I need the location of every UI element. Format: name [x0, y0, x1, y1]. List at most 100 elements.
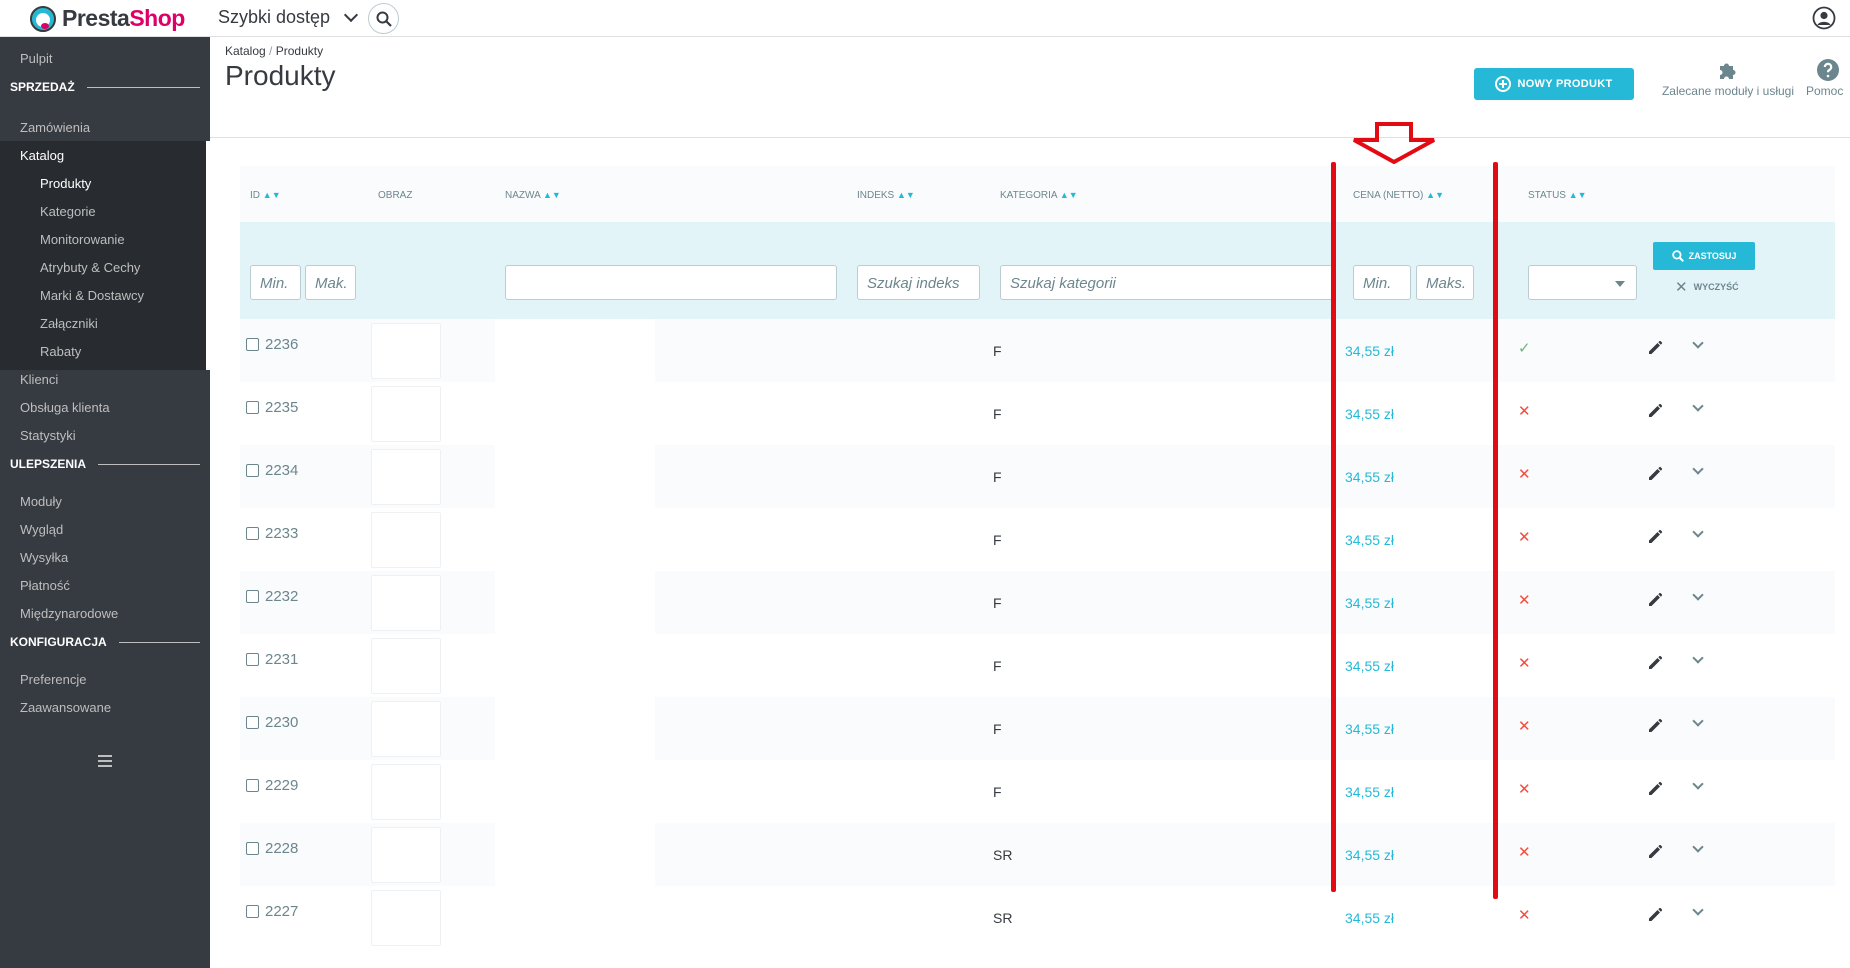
chevron-down-icon[interactable]: [1692, 778, 1704, 790]
price-min-input[interactable]: Min.: [1353, 265, 1411, 300]
row-checkbox[interactable]: [246, 338, 259, 351]
sidebar-item-orders[interactable]: Zamówienia: [20, 120, 90, 135]
product-price[interactable]: 34,55 zł: [1345, 784, 1394, 800]
chevron-down-icon[interactable]: [1692, 589, 1704, 601]
sidebar-item-customers[interactable]: Klienci: [20, 372, 58, 387]
edit-pencil-icon[interactable]: [1647, 403, 1663, 419]
product-price[interactable]: 34,55 zł: [1345, 532, 1394, 548]
sidebar-item-design[interactable]: Wygląd: [20, 522, 63, 537]
status-disabled-icon[interactable]: ✕: [1518, 402, 1531, 420]
table-row[interactable]: 2231 F 34,55 zł ✕: [240, 634, 1835, 697]
apply-filter-button[interactable]: ZASTOSUJ: [1653, 242, 1755, 270]
product-price[interactable]: 34,55 zł: [1345, 343, 1394, 359]
sidebar-item-international[interactable]: Międzynarodowe: [20, 606, 118, 621]
product-name[interactable]: [495, 760, 655, 823]
price-max-input[interactable]: Maks.: [1416, 265, 1474, 300]
row-checkbox[interactable]: [246, 401, 259, 414]
table-row[interactable]: 2233 F 34,55 zł ✕: [240, 508, 1835, 571]
chevron-down-icon[interactable]: [1692, 841, 1704, 853]
product-name[interactable]: [495, 319, 655, 382]
sidebar-item-customer-service[interactable]: Obsługa klienta: [20, 400, 110, 415]
sidebar-item-products[interactable]: Produkty: [40, 176, 91, 191]
status-enabled-icon[interactable]: ✓: [1518, 339, 1531, 357]
chevron-down-icon[interactable]: [1692, 400, 1704, 412]
product-name[interactable]: [495, 634, 655, 697]
column-header-category[interactable]: KATEGORIA ▲▼: [1000, 190, 1078, 201]
column-header-status[interactable]: STATUS ▲▼: [1528, 190, 1587, 201]
product-price[interactable]: 34,55 zł: [1345, 910, 1394, 926]
product-name[interactable]: [495, 823, 655, 886]
row-checkbox[interactable]: [246, 842, 259, 855]
table-row[interactable]: 2229 F 34,55 zł ✕: [240, 760, 1835, 823]
edit-pencil-icon[interactable]: [1647, 781, 1663, 797]
category-search-input[interactable]: Szukaj kategorii: [1000, 265, 1333, 300]
table-row[interactable]: 2232 F 34,55 zł ✕: [240, 571, 1835, 634]
status-disabled-icon[interactable]: ✕: [1518, 906, 1531, 924]
edit-pencil-icon[interactable]: [1647, 340, 1663, 356]
sidebar-item-payment[interactable]: Płatność: [20, 578, 70, 593]
row-checkbox[interactable]: [246, 527, 259, 540]
menu-collapse-icon[interactable]: [98, 755, 112, 770]
edit-pencil-icon[interactable]: [1647, 907, 1663, 923]
chevron-down-icon[interactable]: [1692, 904, 1704, 916]
chevron-down-icon[interactable]: [1692, 526, 1704, 538]
status-disabled-icon[interactable]: ✕: [1518, 591, 1531, 609]
edit-pencil-icon[interactable]: [1647, 718, 1663, 734]
product-price[interactable]: 34,55 zł: [1345, 847, 1394, 863]
row-checkbox[interactable]: [246, 653, 259, 666]
status-disabled-icon[interactable]: ✕: [1518, 843, 1531, 861]
product-name[interactable]: [495, 886, 655, 949]
table-row[interactable]: 2230 F 34,55 zł ✕: [240, 697, 1835, 760]
sidebar-item-catalog[interactable]: Katalog: [20, 148, 64, 163]
id-max-input[interactable]: Mak.: [305, 265, 356, 300]
sidebar-item-attributes[interactable]: Atrybuty & Cechy: [40, 260, 140, 275]
sidebar-item-discounts[interactable]: Rabaty: [40, 344, 81, 359]
name-search-input[interactable]: [505, 265, 837, 300]
status-filter-select[interactable]: [1528, 265, 1637, 300]
edit-pencil-icon[interactable]: [1647, 529, 1663, 545]
row-checkbox[interactable]: [246, 590, 259, 603]
sidebar-item-pulpit[interactable]: Pulpit: [20, 51, 53, 66]
product-price[interactable]: 34,55 zł: [1345, 721, 1394, 737]
product-name[interactable]: [495, 571, 655, 634]
edit-pencil-icon[interactable]: [1647, 655, 1663, 671]
column-header-id[interactable]: ID ▲▼: [250, 190, 281, 201]
index-search-input[interactable]: Szukaj indeks: [857, 265, 980, 300]
sidebar-item-shipping[interactable]: Wysyłka: [20, 550, 68, 565]
table-row[interactable]: 2234 F 34,55 zł ✕: [240, 445, 1835, 508]
status-disabled-icon[interactable]: ✕: [1518, 717, 1531, 735]
status-disabled-icon[interactable]: ✕: [1518, 780, 1531, 798]
product-price[interactable]: 34,55 zł: [1345, 469, 1394, 485]
sidebar-item-attachments[interactable]: Załączniki: [40, 316, 98, 331]
table-row[interactable]: 2227 SR 34,55 zł ✕: [240, 886, 1835, 949]
sidebar-item-advanced[interactable]: Zaawansowane: [20, 700, 111, 715]
clear-filter-button[interactable]: ✕ WYCZYŚĆ: [1675, 278, 1739, 296]
id-min-input[interactable]: Min.: [250, 265, 301, 300]
column-header-price[interactable]: CENA (NETTO) ▲▼: [1353, 190, 1444, 201]
table-row[interactable]: 2235 F 34,55 zł ✕: [240, 382, 1835, 445]
sidebar-item-categories[interactable]: Kategorie: [40, 204, 96, 219]
sidebar-item-preferences[interactable]: Preferencje: [20, 672, 86, 687]
product-name[interactable]: [495, 382, 655, 445]
column-header-index[interactable]: INDEKS ▲▼: [857, 190, 915, 201]
status-disabled-icon[interactable]: ✕: [1518, 465, 1531, 483]
sidebar-item-monitoring[interactable]: Monitorowanie: [40, 232, 125, 247]
prestashop-logo[interactable]: PrestaShop: [30, 5, 185, 32]
row-checkbox[interactable]: [246, 905, 259, 918]
product-price[interactable]: 34,55 zł: [1345, 658, 1394, 674]
product-name[interactable]: [495, 697, 655, 760]
sidebar-item-stats[interactable]: Statystyki: [20, 428, 76, 443]
product-price[interactable]: 34,55 zł: [1345, 406, 1394, 422]
new-product-button[interactable]: NOWY PRODUKT: [1474, 68, 1634, 100]
status-disabled-icon[interactable]: ✕: [1518, 528, 1531, 546]
product-name[interactable]: [495, 508, 655, 571]
user-account-icon[interactable]: [1812, 6, 1836, 30]
edit-pencil-icon[interactable]: [1647, 592, 1663, 608]
table-row[interactable]: 2228 SR 34,55 zł ✕: [240, 823, 1835, 886]
quick-access-dropdown[interactable]: Szybki dostęp: [218, 7, 359, 28]
chevron-down-icon[interactable]: [1692, 652, 1704, 664]
chevron-down-icon[interactable]: [1692, 463, 1704, 475]
table-row[interactable]: 2236 F 34,55 zł ✓: [240, 319, 1835, 382]
row-checkbox[interactable]: [246, 716, 259, 729]
edit-pencil-icon[interactable]: [1647, 844, 1663, 860]
